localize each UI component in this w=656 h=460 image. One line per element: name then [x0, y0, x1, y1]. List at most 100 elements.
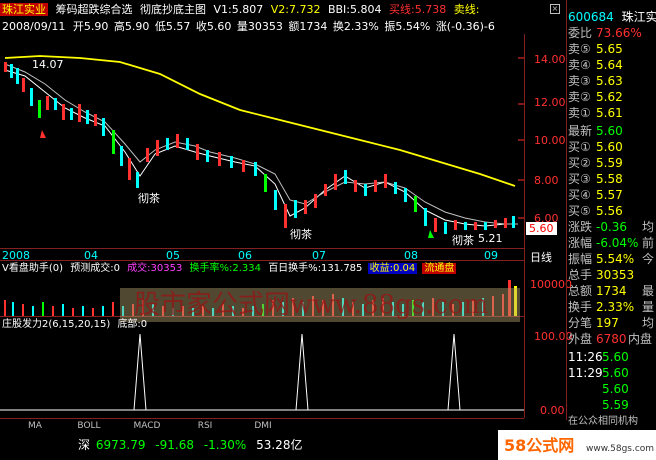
brand-box: 58公式网 www.58gs.com	[498, 430, 656, 460]
buy-row-1[interactable]: 买① 5.60	[568, 140, 656, 155]
sell-line-value: 卖线:	[453, 3, 480, 16]
v2-value: V2:7.732	[270, 3, 321, 16]
sell-row-1[interactable]: 卖① 5.61	[568, 106, 656, 121]
high-price-label: 14.07	[32, 58, 64, 71]
close-icon[interactable]: ×	[550, 4, 560, 14]
index-pct: -1.30%	[203, 438, 247, 452]
latest-value: 5.60	[596, 124, 623, 138]
close-value: 收5.60	[195, 20, 232, 33]
stock-name: 珠江实业	[621, 10, 656, 24]
outer-value: 6780	[596, 332, 627, 346]
period-label[interactable]: 日线	[530, 249, 552, 265]
tick-row: 5.59	[602, 398, 629, 412]
tick-row: 11:265.60	[568, 350, 629, 364]
low-price-label: 5.21	[478, 232, 503, 245]
low-value: 低5.57	[154, 20, 191, 33]
weibi-row: 委比 73.66%	[568, 26, 656, 41]
annotation-label: 彻茶	[138, 192, 160, 205]
sell-row-3[interactable]: 卖③ 5.63	[568, 74, 656, 89]
open-value: 开5.90	[72, 20, 109, 33]
status-bar: 深 6973.79 -91.68 -1.30% 53.28亿	[78, 438, 302, 452]
high-value: 高5.90	[113, 20, 150, 33]
mid-ma-line	[4, 63, 518, 225]
buy-row-3[interactable]: 买③ 5.58	[568, 172, 656, 187]
quote-panel-border	[566, 0, 567, 420]
hundred-day-value: 百日换手%:131.785	[268, 263, 363, 274]
tab-boll[interactable]: BOLL	[62, 420, 116, 432]
osc-tick: 0.00	[540, 404, 565, 417]
annotation-label: 彻茶	[290, 228, 312, 241]
chart-right-border	[524, 34, 525, 418]
turnover-rate-value: 换手率%:2.334	[189, 263, 262, 274]
osc-chart	[0, 333, 524, 411]
indicator-name[interactable]: 筹码超跌综合选	[56, 3, 133, 16]
buy-marker	[428, 230, 434, 238]
tab-rsi[interactable]: RSI	[178, 420, 232, 432]
candlestick-chart[interactable]	[0, 34, 524, 248]
stat-row: 总手 30353	[568, 268, 635, 282]
x-axis-label: 2008	[2, 249, 30, 262]
index-value: 6973.79	[95, 438, 146, 452]
index-amount: 53.28亿	[256, 438, 303, 452]
tab-ma[interactable]: MA	[8, 420, 62, 432]
sell-row-5[interactable]: 卖⑤ 5.65	[568, 42, 656, 57]
buy-row-2[interactable]: 买② 5.59	[568, 156, 656, 171]
annotation-label: 彻茶	[452, 234, 474, 247]
index-name: 深	[78, 438, 91, 452]
weibi-value: 73.66%	[596, 26, 642, 40]
x-axis-label: 07	[312, 249, 326, 262]
turnover-value: 换2.33%	[332, 20, 379, 33]
stock-name-tag[interactable]: 珠江实业	[0, 3, 48, 16]
stat-row: 振幅 5.54% 今	[568, 252, 655, 266]
header-row-2: 2008/09/11 开5.90 高5.90 低5.57 收5.60 量3035…	[2, 20, 522, 34]
inner-label: 内盘	[628, 332, 653, 346]
stat-row: 总额 1734 最	[568, 284, 655, 298]
indicator-subtitle: 彻底抄底主图	[140, 3, 206, 16]
osc-panel-title[interactable]: 庄股发力2(6,15,20,15)	[2, 319, 110, 330]
tab-dmi[interactable]: DMI	[236, 420, 290, 432]
amplitude-value: 振5.54%	[384, 20, 431, 33]
deal-value: 成交:30353	[127, 263, 183, 274]
x-axis-label: 05	[166, 249, 180, 262]
stat-row: 涨跌 -0.36 均	[568, 220, 655, 234]
sell-row-4[interactable]: 卖④ 5.64	[568, 58, 656, 73]
tab-macd[interactable]: MACD	[120, 420, 174, 432]
stat-row: 分笔 197 均	[568, 316, 655, 330]
x-axis-label: 09	[484, 249, 498, 262]
x-axis-label: 06	[238, 249, 252, 262]
index-change: -91.68	[155, 438, 194, 452]
current-price-badge: 5.60	[526, 222, 557, 235]
price-tick: 12.00	[534, 96, 566, 109]
stat-row: 涨幅 -6.04% 前	[568, 236, 655, 250]
brand-url: www.58gs.com	[586, 444, 655, 454]
weibi-label: 委比	[568, 26, 593, 40]
osc-bottom-value: 底部:0	[117, 319, 148, 330]
tick-row: 5.60	[602, 382, 629, 396]
buy-row-4[interactable]: 买④ 5.57	[568, 188, 656, 203]
profit-value: 收益:0.04	[367, 263, 418, 274]
main-chart-bottom-border	[0, 248, 524, 249]
stat-row: 换手 2.33% 量	[568, 300, 655, 314]
buy-row-5[interactable]: 买⑤ 5.56	[568, 204, 656, 219]
latest-row: 最新 5.60	[568, 124, 656, 139]
sell-row-2[interactable]: 卖② 5.62	[568, 90, 656, 105]
latest-label: 最新	[568, 124, 593, 138]
quote-title: 600684 珠江实业	[568, 10, 656, 25]
v1-value: V1:5.807	[213, 3, 264, 16]
watermark-banner: 股市家公式网www.88gs.com	[120, 288, 520, 322]
outer-inner-row: 外盘 6780内盘	[568, 332, 656, 347]
bbi-value: BBI:5.804	[327, 3, 382, 16]
buy-marker	[40, 130, 46, 138]
x-axis-label: 04	[84, 249, 98, 262]
flow-value: 流通盘	[422, 263, 457, 274]
amount-value: 额1734	[288, 20, 328, 33]
volume-value: 量30353	[236, 20, 283, 33]
tick-row: 11:295.60	[568, 366, 629, 380]
volume-panel-title[interactable]: V看盘助手(0)	[2, 263, 63, 274]
short-ma-line	[4, 69, 518, 227]
buy-line-value: 买线:5.738	[389, 3, 447, 16]
stock-code: 600684	[568, 10, 614, 24]
volume-panel-header: V看盘助手(0) 预测成交:0 成交:30353 换手率%:2.334 百日换手…	[2, 262, 524, 276]
price-tick: 10.00	[534, 134, 566, 147]
outer-label: 外盘	[568, 332, 593, 346]
